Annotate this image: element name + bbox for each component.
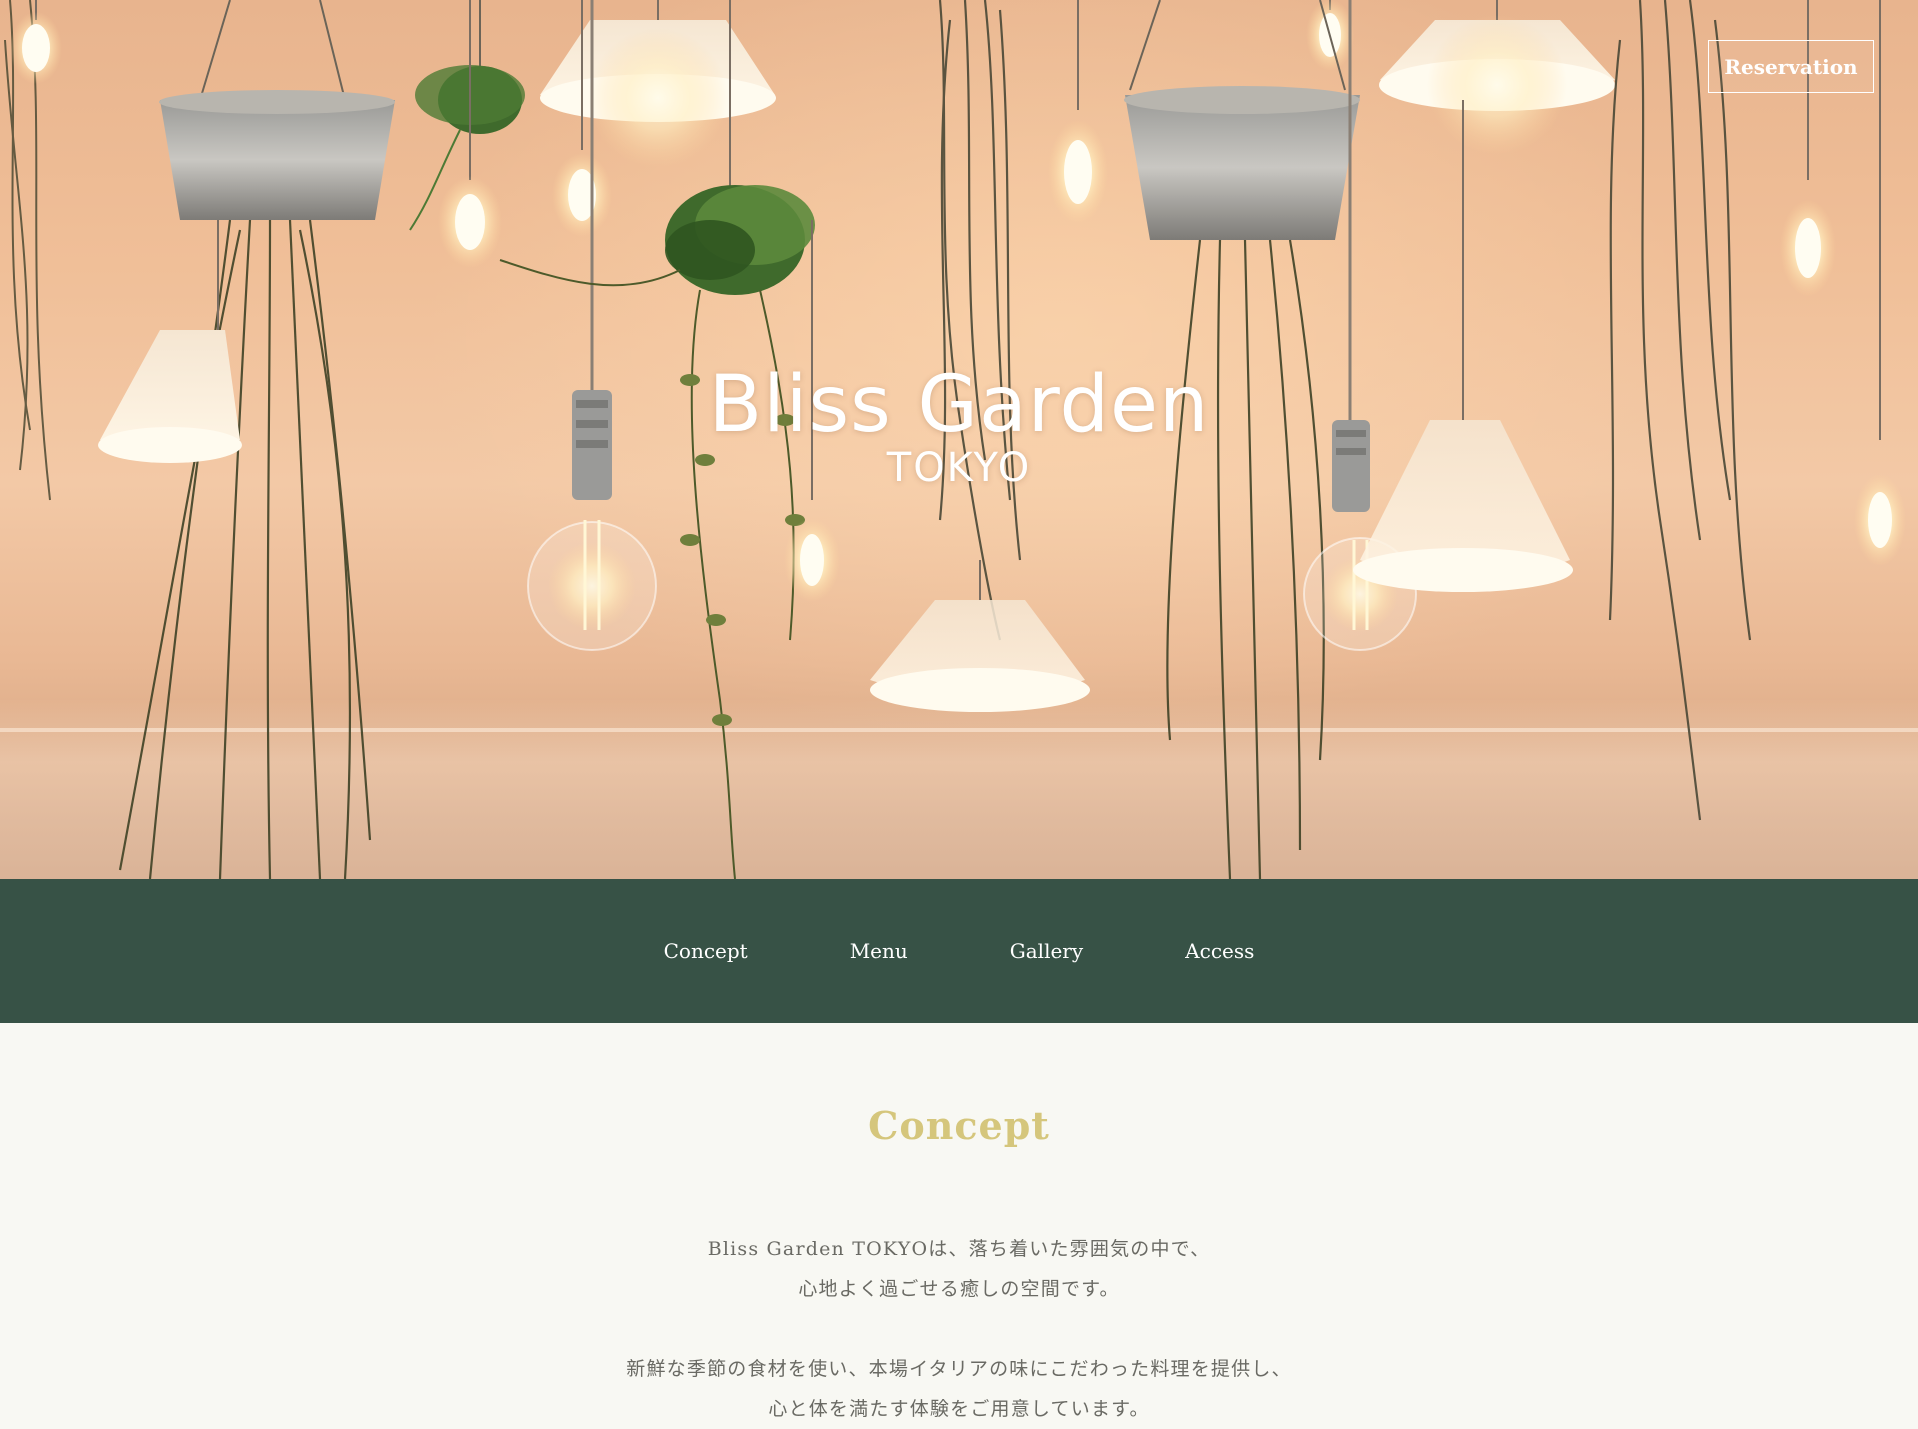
nav-item-concept[interactable]: Concept bbox=[613, 937, 799, 965]
pendant-shade-1 bbox=[540, 0, 776, 168]
reservation-button[interactable]: Reservation bbox=[1708, 40, 1874, 93]
hanging-moss-center bbox=[938, 0, 1022, 641]
concept-text-line: 心と体を満たす体験をご用意しています。 bbox=[768, 1398, 1150, 1420]
brand-title: Bliss Garden bbox=[708, 360, 1210, 450]
edison-bulb-2 bbox=[438, 0, 502, 268]
pendant-shade-5 bbox=[1353, 100, 1573, 592]
nav-item-access[interactable]: Access bbox=[1134, 937, 1305, 965]
edison-bulb-5 bbox=[1048, 0, 1108, 224]
concept-section: Concept Bliss Garden TOKYOは、落ち着いた雰囲気の中で、… bbox=[0, 1023, 1918, 1420]
hero-section: Bliss Garden TOKYO Reservation bbox=[0, 0, 1918, 879]
pendant-shade-4 bbox=[1379, 0, 1615, 155]
concept-text-line: 新鮮な季節の食材を使い、本場イタリアの味にこだわった料理を提供し、 bbox=[626, 1358, 1292, 1380]
pendant-shade-3 bbox=[870, 560, 1090, 712]
concept-body: Bliss Garden TOKYOは、落ち着いた雰囲気の中で、 心地よく過ごせ… bbox=[0, 1229, 1918, 1429]
concept-text-line: 心地よく過ごせる癒しの空間です。 bbox=[798, 1278, 1120, 1300]
concept-heading: Concept bbox=[868, 1103, 1050, 1148]
edison-bulb-1 bbox=[10, 0, 62, 84]
brand-logo: Bliss Garden TOKYO bbox=[0, 360, 1918, 490]
concept-text-line: Bliss Garden TOKYOは、落ち着いた雰囲気の中で、 bbox=[707, 1238, 1211, 1260]
main-nav: Concept Menu Gallery Access bbox=[0, 879, 1918, 1023]
nav-item-gallery[interactable]: Gallery bbox=[959, 937, 1134, 965]
brand-subtitle: TOKYO bbox=[886, 445, 1032, 491]
nav-item-menu[interactable]: Menu bbox=[799, 937, 959, 965]
